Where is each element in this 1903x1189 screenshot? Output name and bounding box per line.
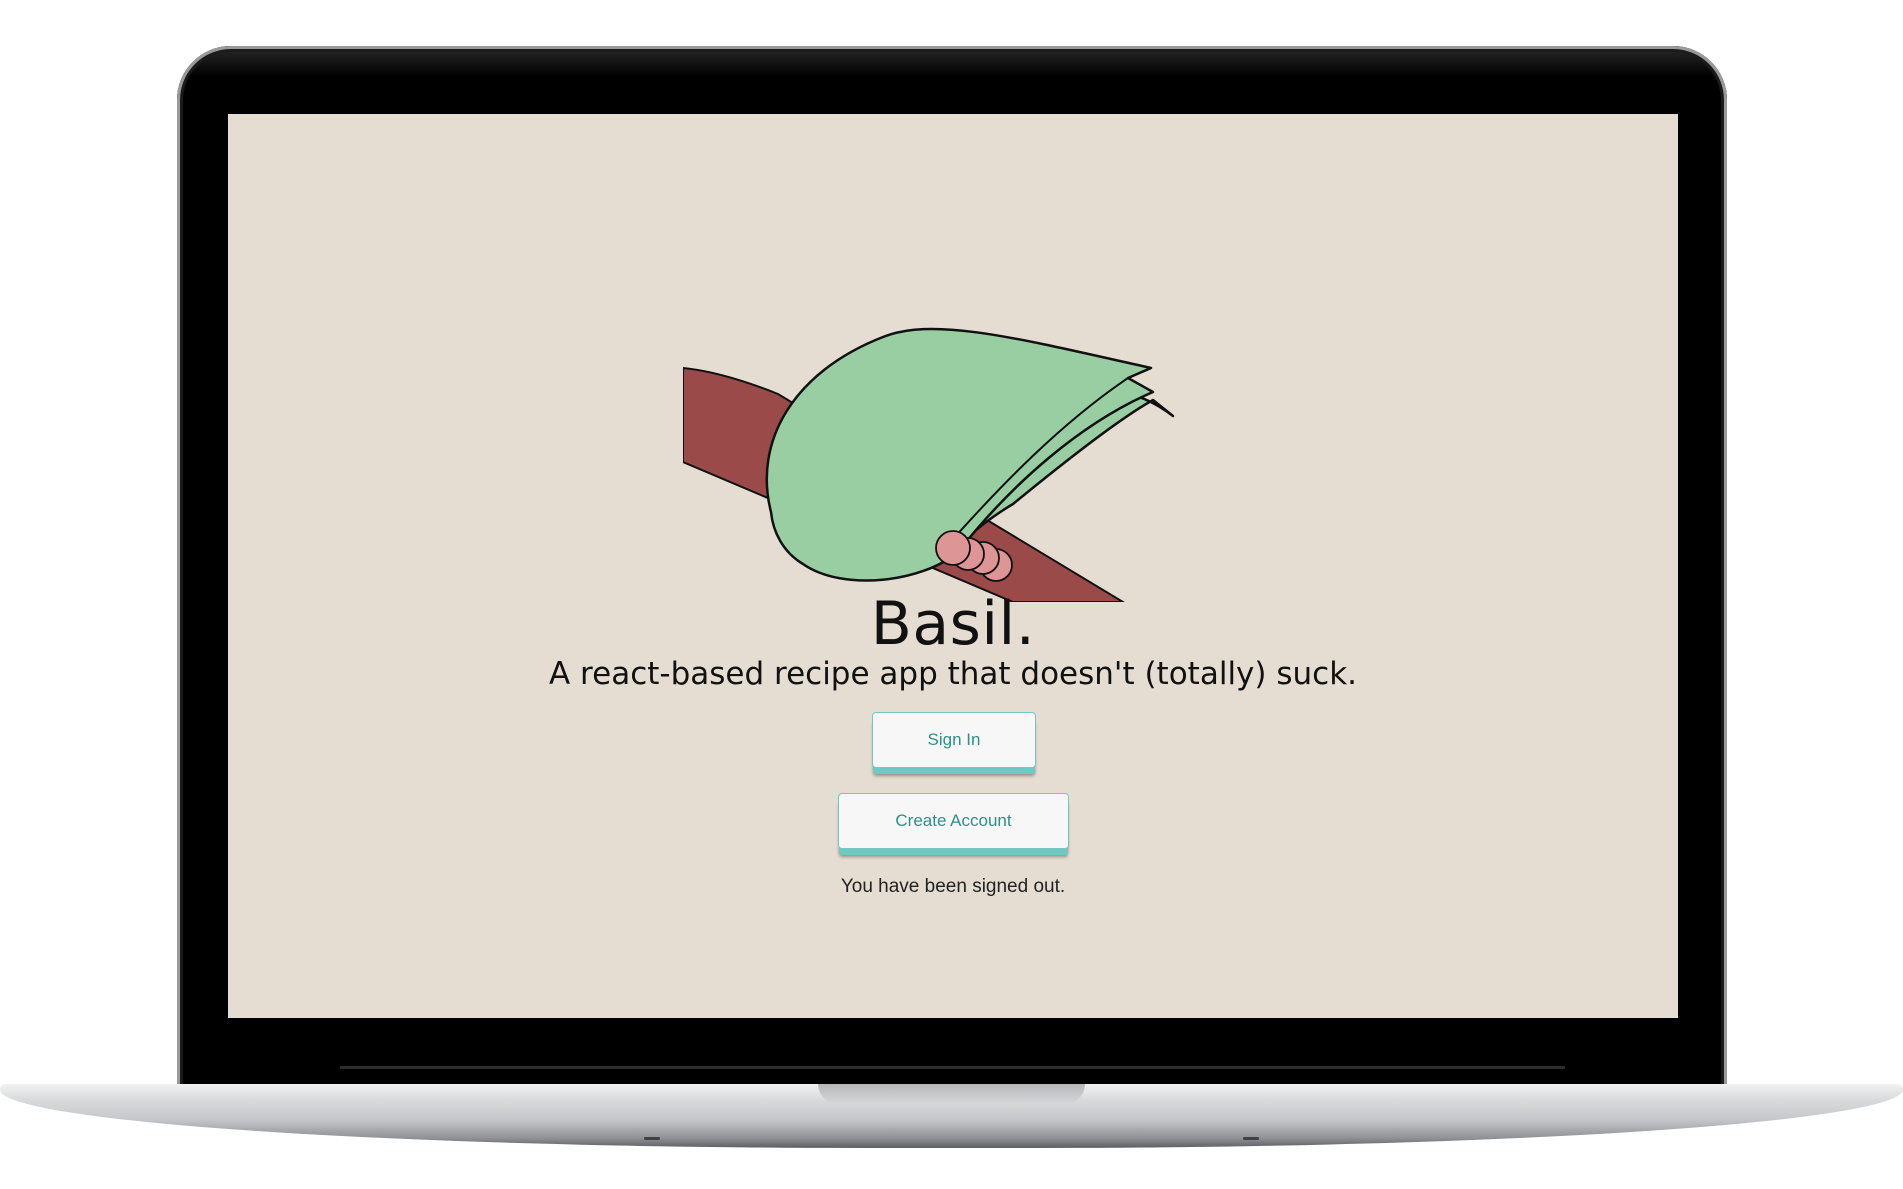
sign-in-button[interactable]: Sign In — [872, 712, 1036, 768]
laptop-hinge — [340, 1066, 1565, 1069]
basil-leaf-icon — [683, 327, 1175, 602]
laptop-base-notch — [818, 1084, 1085, 1104]
berry — [935, 530, 971, 566]
app-title: Basil. — [870, 589, 1036, 659]
app-screen: Basil. A react-based recipe app that doe… — [228, 114, 1678, 1018]
laptop-foot — [644, 1137, 660, 1140]
laptop-foot — [1243, 1137, 1259, 1140]
app-tagline: A react-based recipe app that doesn't (t… — [549, 656, 1357, 692]
signed-out-message: You have been signed out. — [840, 876, 1066, 897]
device-mockup: Basil. A react-based recipe app that doe… — [0, 0, 1903, 1189]
create-account-button[interactable]: Create Account — [838, 793, 1069, 849]
